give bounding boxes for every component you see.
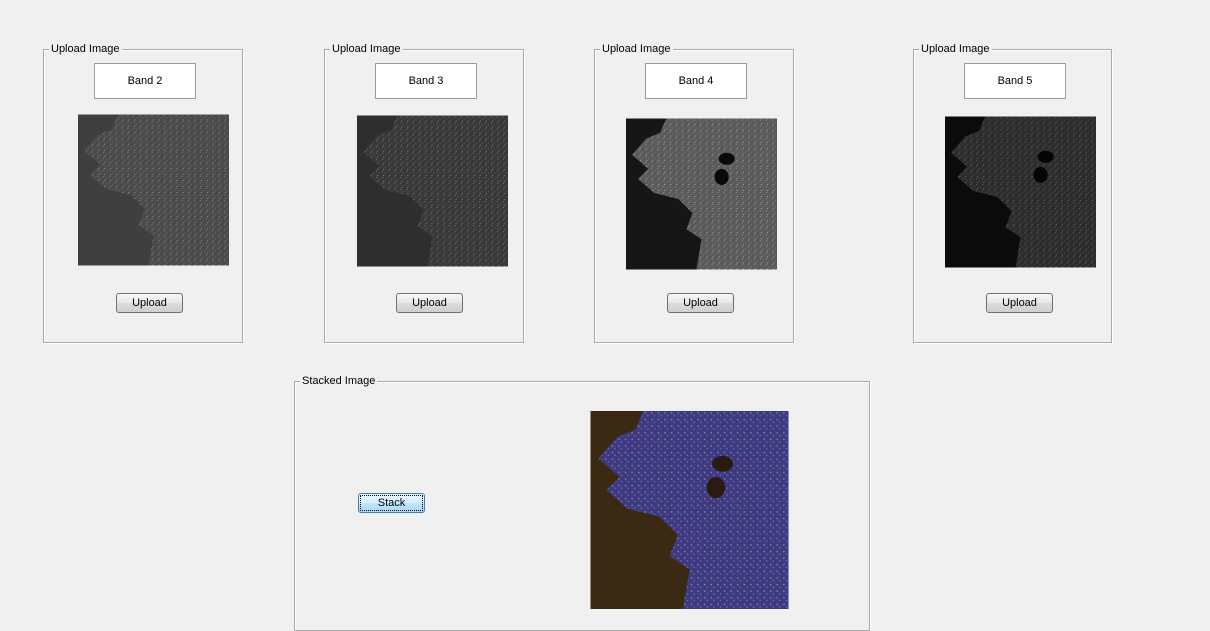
panel-title: Upload Image: [49, 43, 122, 56]
stack-button[interactable]: Stack: [358, 493, 425, 513]
stacked-image-panel: Stacked Image Stack: [294, 375, 870, 631]
band-5-image: [945, 116, 1096, 268]
upload-button-band-3[interactable]: Upload: [396, 293, 463, 313]
band-4-image: [626, 118, 777, 270]
band-label: Band 3: [375, 63, 477, 99]
band-label: Band 5: [964, 63, 1066, 99]
upload-button-band-5[interactable]: Upload: [986, 293, 1053, 313]
band-label: Band 4: [645, 63, 747, 99]
band-3-image: [357, 115, 508, 267]
upload-panel-band-5: Upload Image Band 5 Upload: [913, 43, 1112, 343]
upload-panel-band-2: Upload Image Band 2 Upload: [43, 43, 243, 343]
stacked-image: [590, 411, 789, 609]
band-label: Band 2: [94, 63, 196, 99]
upload-panel-band-4: Upload Image Band 4 Upload: [594, 43, 794, 343]
panel-title: Upload Image: [330, 43, 403, 56]
panel-title: Upload Image: [919, 43, 992, 56]
upload-button-band-2[interactable]: Upload: [116, 293, 183, 313]
upload-button-band-4[interactable]: Upload: [667, 293, 734, 313]
upload-panel-band-3: Upload Image Band 3 Upload: [324, 43, 524, 343]
panel-title: Upload Image: [600, 43, 673, 56]
panel-title: Stacked Image: [300, 375, 378, 388]
band-2-image: [78, 114, 229, 266]
